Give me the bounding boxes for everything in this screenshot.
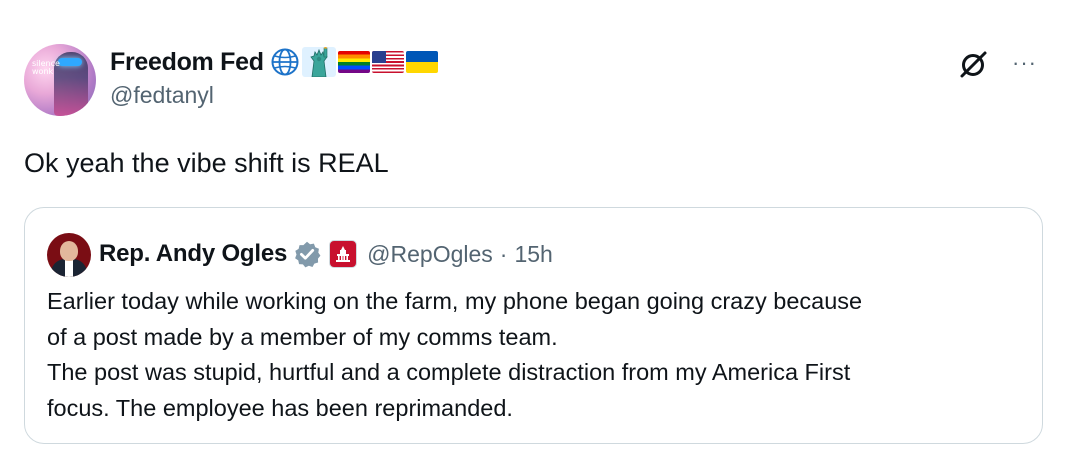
name-emoji-row [270, 47, 438, 77]
quoted-author-handle[interactable]: @RepOgles [367, 241, 493, 268]
quoted-tweet-body: Earlier today while working on the farm,… [47, 284, 1027, 426]
author-name-row: Freedom Fed [110, 46, 438, 78]
tweet-text: Ok yeah the vibe shift is REAL [24, 148, 389, 178]
quoted-separator: · [499, 240, 508, 267]
tweet: silence wonk Freedom Fed @fedtanyl ··· O… [0, 0, 1066, 464]
quoted-tweet[interactable]: Rep. Andy Ogles @RepOgles · 15h Earlier … [24, 207, 1043, 444]
us-house-icon[interactable] [329, 240, 358, 268]
author-display-name[interactable]: Freedom Fed [110, 48, 264, 77]
quoted-body-line: The post was stupid, hurtful and a compl… [47, 359, 851, 385]
author-avatar[interactable]: silence wonk [24, 44, 96, 116]
quoted-author-display-name[interactable]: Rep. Andy Ogles [99, 240, 287, 268]
quoted-body-line: Earlier today while working on the farm,… [47, 288, 863, 314]
us-flag-icon [371, 51, 404, 73]
author-handle[interactable]: @fedtanyl [110, 82, 214, 109]
more-options-icon[interactable]: ··· [1012, 52, 1037, 74]
quoted-body-line: of a post made by a member of my comms t… [47, 323, 558, 350]
avatar-glowing-eyes [58, 58, 82, 66]
globe-icon [271, 48, 299, 76]
rainbow-flag-icon [337, 51, 370, 73]
quoted-body-line: focus. The employee has been reprimanded… [47, 394, 513, 421]
verified-badge-icon [295, 241, 321, 268]
grok-icon[interactable] [958, 48, 990, 80]
quoted-timestamp[interactable]: 15h [514, 241, 552, 268]
ukraine-flag-icon [405, 51, 438, 73]
avatar-text: silence wonk [32, 59, 60, 76]
statue-of-liberty-icon [301, 47, 336, 77]
quoted-author-row: Rep. Andy Ogles @RepOgles · 15h [99, 238, 553, 270]
quoted-author-avatar[interactable] [47, 233, 91, 277]
